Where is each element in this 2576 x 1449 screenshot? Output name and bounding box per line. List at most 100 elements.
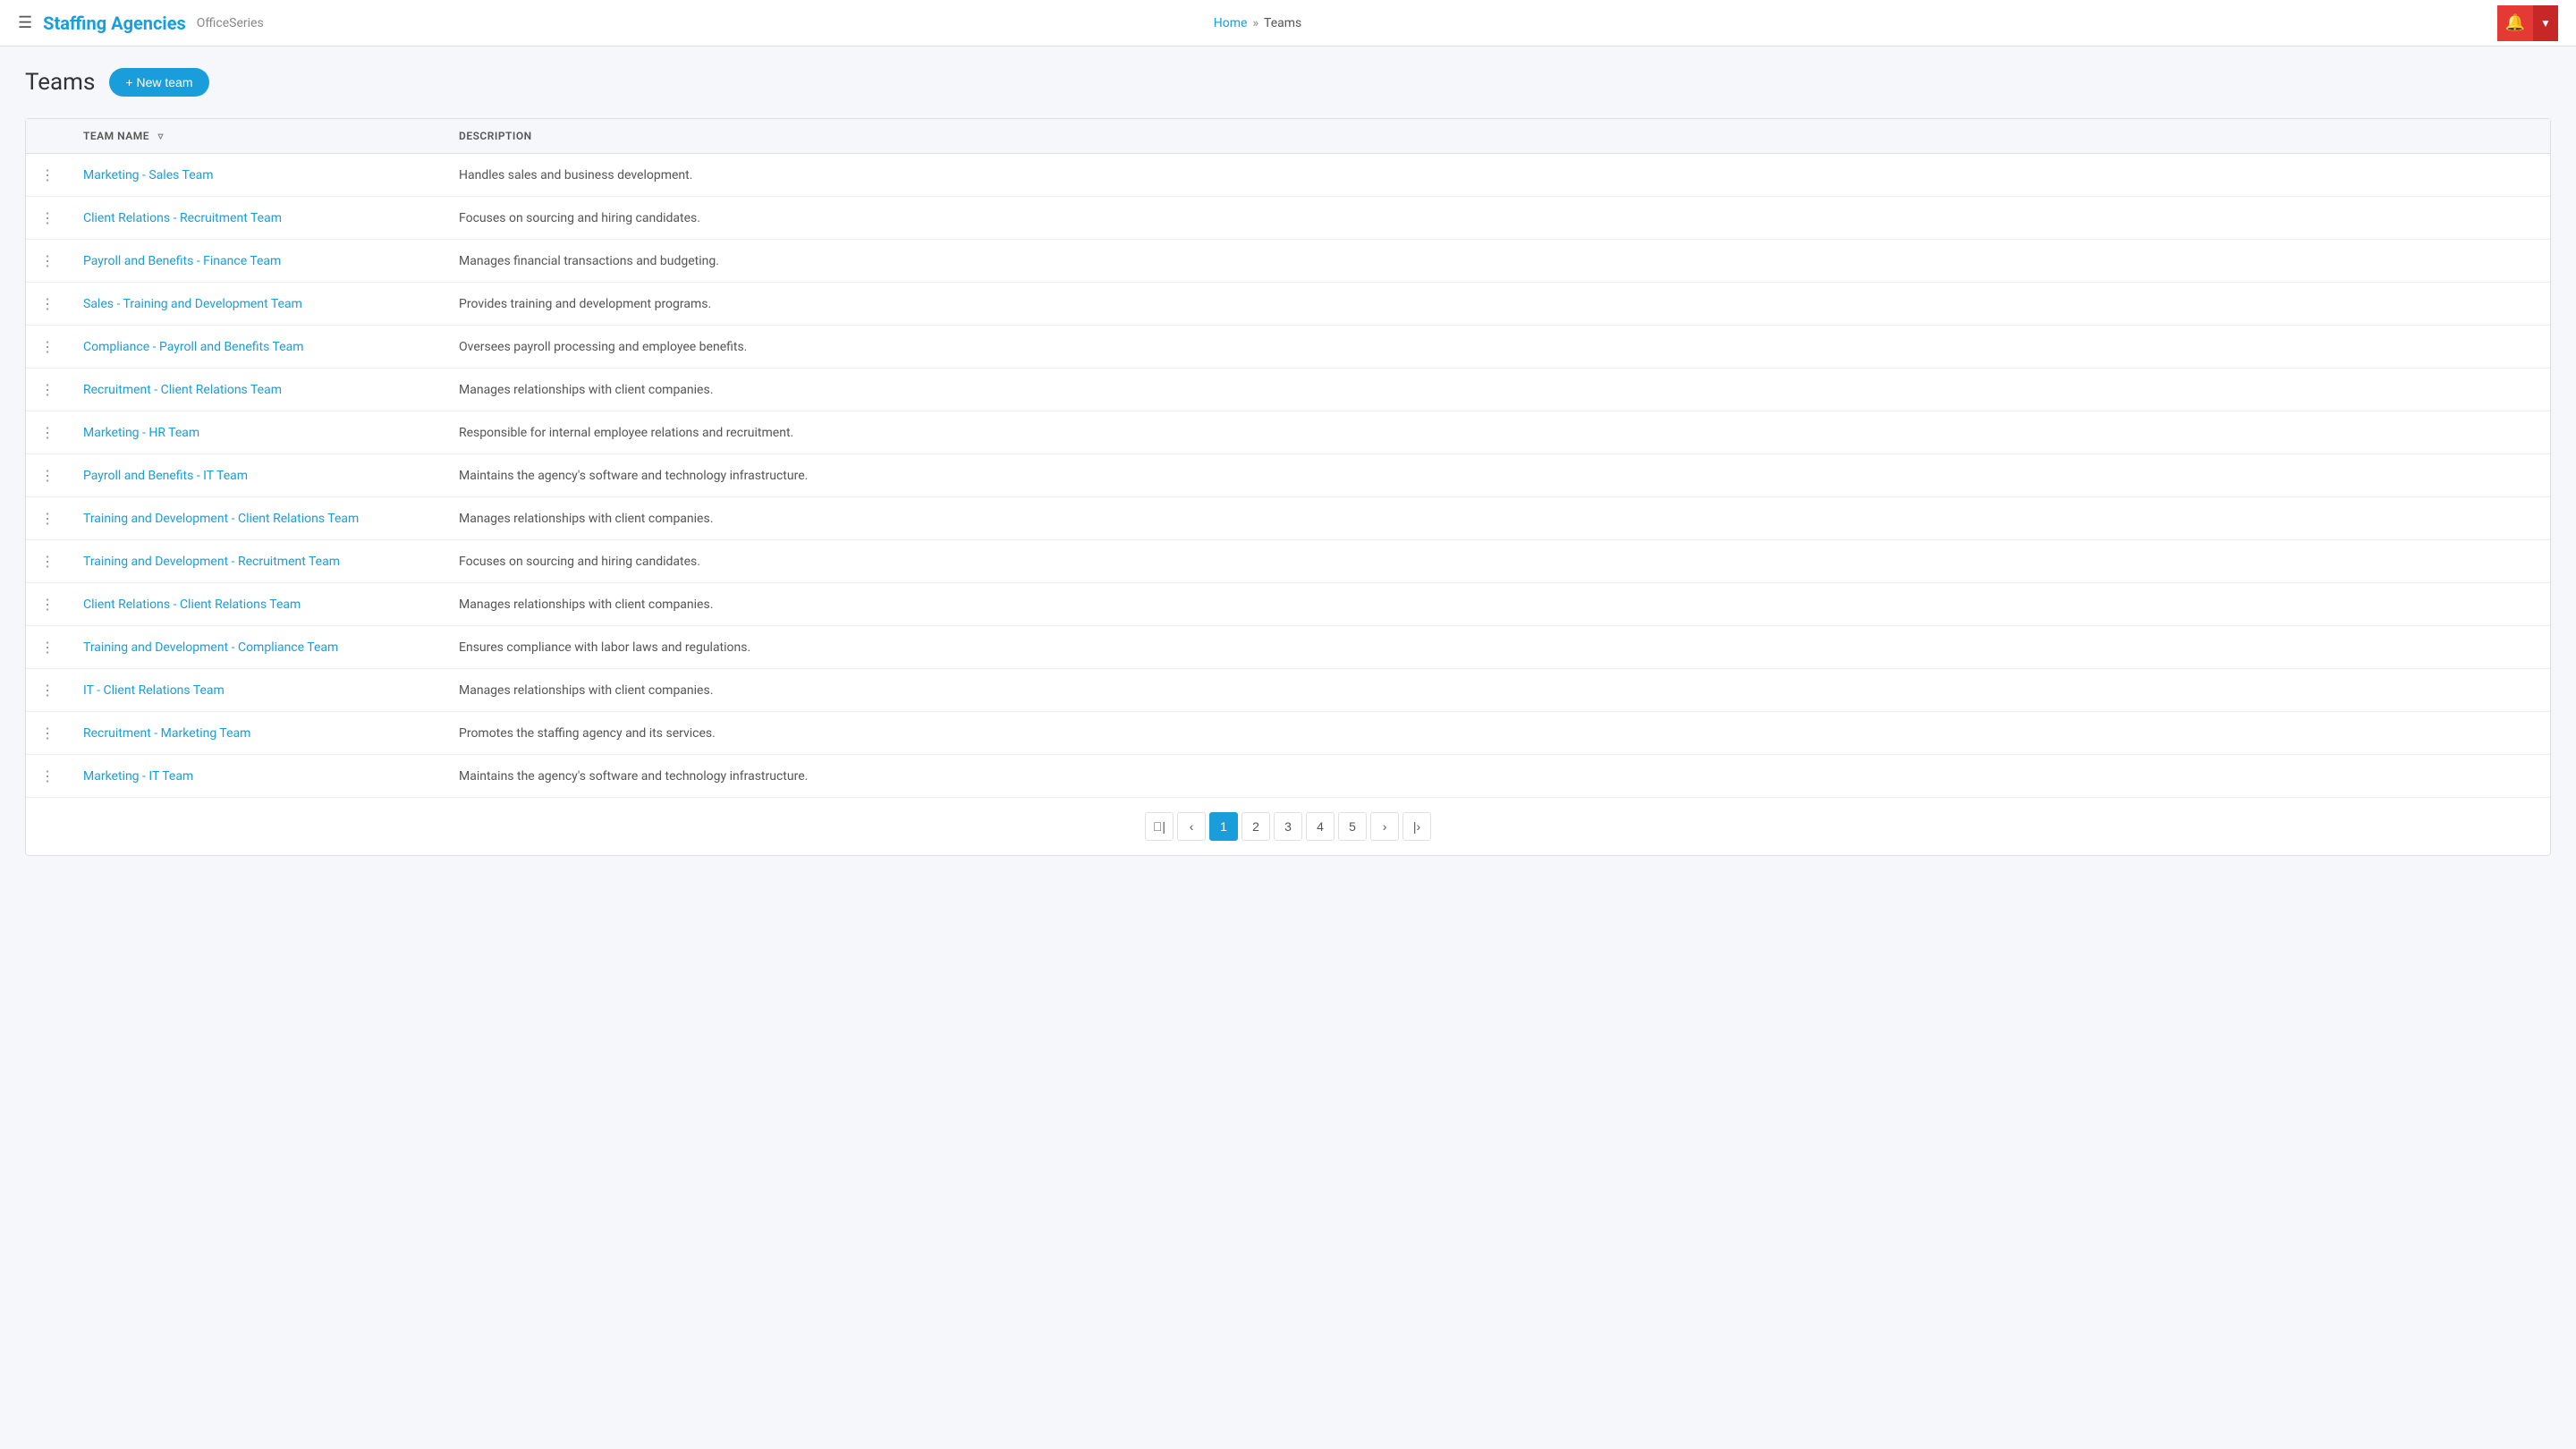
row-menu-cell: ⋮ — [26, 497, 69, 540]
team-description-text: Ensures compliance with labor laws and r… — [459, 640, 750, 655]
row-menu-icon[interactable]: ⋮ — [40, 467, 55, 484]
table-row: ⋮ Recruitment - Client Relations Team Mana… — [26, 369, 2550, 411]
table-row: ⋮ Training and Development - Recruitment … — [26, 540, 2550, 583]
table-row: ⋮ Training and Development - Client Relat… — [26, 497, 2550, 540]
home-link[interactable]: Home — [1214, 16, 1248, 30]
team-name-link[interactable]: Training and Development - Recruitment T… — [83, 555, 340, 569]
row-menu-icon[interactable]: ⋮ — [40, 295, 55, 312]
team-name-cell: Training and Development - Compliance Te… — [69, 626, 445, 669]
notification-button[interactable]: 🔔 — [2497, 5, 2533, 41]
teams-table-container: TEAM NAME ▿ DESCRIPTION ⋮ Marketing - Sal… — [25, 118, 2551, 856]
row-menu-icon[interactable]: ⋮ — [40, 252, 55, 269]
next-page-button[interactable]: › — [1370, 812, 1399, 841]
team-name-cell: Client Relations - Client Relations Team — [69, 583, 445, 626]
bell-icon: 🔔 — [2505, 13, 2525, 32]
col-desc-header: DESCRIPTION — [445, 119, 2550, 154]
team-name-link[interactable]: Payroll and Benefits - Finance Team — [83, 254, 281, 268]
page-2-button[interactable]: 2 — [1241, 812, 1270, 841]
team-name-link[interactable]: Client Relations - Recruitment Team — [83, 211, 282, 225]
team-name-link[interactable]: Client Relations - Client Relations Team — [83, 597, 301, 612]
team-name-cell: IT - Client Relations Team — [69, 669, 445, 712]
row-menu-icon[interactable]: ⋮ — [40, 424, 55, 441]
row-menu-cell: ⋮ — [26, 583, 69, 626]
team-description-cell: Maintains the agency's software and tech… — [445, 454, 2550, 497]
team-description-cell: Oversees payroll processing and employee… — [445, 326, 2550, 369]
team-name-cell: Sales - Training and Development Team — [69, 283, 445, 326]
table-row: ⋮ Payroll and Benefits - Finance Team Mana… — [26, 240, 2550, 283]
header-left: ☰ Staffing Agencies OfficeSeries — [18, 13, 1214, 34]
team-description-text: Provides training and development progra… — [459, 297, 711, 311]
page-4-button[interactable]: 4 — [1306, 812, 1335, 841]
team-name-link[interactable]: Recruitment - Marketing Team — [83, 726, 250, 741]
team-name-cell: Marketing - HR Team — [69, 411, 445, 454]
first-page-icon: | — [1153, 819, 1165, 834]
team-description-text: Focuses on sourcing and hiring candidate… — [459, 555, 700, 569]
last-page-icon: |› — [1413, 819, 1420, 834]
table-row: ⋮ Training and Development - Compliance T… — [26, 626, 2550, 669]
team-description-cell: Manages financial transactions and budge… — [445, 240, 2550, 283]
team-name-link[interactable]: Marketing - IT Team — [83, 769, 193, 784]
page-1-button[interactable]: 1 — [1209, 812, 1238, 841]
team-name-link[interactable]: Compliance - Payroll and Benefits Team — [83, 340, 304, 354]
table-row: ⋮ Recruitment - Marketing Team Promotes th… — [26, 712, 2550, 755]
row-menu-icon[interactable]: ⋮ — [40, 381, 55, 398]
team-description-cell: Manages relationships with client compan… — [445, 369, 2550, 411]
table-row: ⋮Marketing - IT TeamMaintains the agency… — [26, 755, 2550, 798]
team-description-text: Promotes the staffing agency and its ser… — [459, 726, 716, 741]
row-menu-icon[interactable]: ⋮ — [40, 338, 55, 355]
chevron-down-icon: ▼ — [2540, 17, 2551, 30]
team-name-link[interactable]: IT - Client Relations Team — [83, 683, 225, 698]
team-description-cell: Handles sales and business development. — [445, 154, 2550, 197]
row-menu-icon[interactable]: ⋮ — [40, 767, 55, 784]
row-menu-cell: ⋮ — [26, 283, 69, 326]
team-name-cell: Training and Development - Recruitment T… — [69, 540, 445, 583]
row-menu-icon[interactable]: ⋮ — [40, 209, 55, 226]
hamburger-icon[interactable]: ☰ — [18, 13, 32, 32]
row-menu-cell: ⋮ — [26, 240, 69, 283]
team-description-text: Maintains the agency's software and tech… — [459, 469, 808, 483]
row-menu-icon[interactable]: ⋮ — [40, 596, 55, 613]
team-name-link[interactable]: Recruitment - Client Relations Team — [83, 383, 282, 397]
team-description-text: Manages financial transactions and budge… — [459, 254, 719, 268]
row-menu-cell: ⋮ — [26, 712, 69, 755]
row-menu-cell: ⋮ — [26, 540, 69, 583]
team-name-link[interactable]: Sales - Training and Development Team — [83, 297, 302, 311]
row-menu-icon[interactable]: ⋮ — [40, 166, 55, 183]
team-name-link[interactable]: Payroll and Benefits - IT Team — [83, 469, 248, 483]
new-team-button[interactable]: + New team — [109, 68, 208, 97]
row-menu-icon[interactable]: ⋮ — [40, 553, 55, 570]
team-name-cell: Training and Development - Client Relati… — [69, 497, 445, 540]
app-title[interactable]: Staffing Agencies — [43, 13, 186, 34]
row-menu-cell: ⋮ — [26, 411, 69, 454]
team-description-cell: Ensures compliance with labor laws and r… — [445, 626, 2550, 669]
filter-icon[interactable]: ▿ — [158, 130, 165, 142]
team-description-text: Focuses on sourcing and hiring candidate… — [459, 211, 700, 225]
first-page-button[interactable]: | — [1145, 812, 1174, 841]
main-content: Teams + New team TEAM NAME ▿ DESCRIPTION… — [0, 47, 2576, 877]
prev-page-icon: ‹ — [1190, 819, 1194, 834]
prev-page-button[interactable]: ‹ — [1177, 812, 1206, 841]
header-dropdown-button[interactable]: ▼ — [2533, 5, 2558, 41]
row-menu-icon[interactable]: ⋮ — [40, 682, 55, 699]
team-name-cell: Recruitment - Client Relations Team — [69, 369, 445, 411]
team-name-cell: Marketing - Sales Team — [69, 154, 445, 197]
col-name-header: TEAM NAME ▿ — [69, 119, 445, 154]
row-menu-icon[interactable]: ⋮ — [40, 639, 55, 656]
app-header: ☰ Staffing Agencies OfficeSeries Home » … — [0, 0, 2576, 47]
team-description-text: Manages relationships with client compan… — [459, 512, 713, 526]
row-menu-icon[interactable]: ⋮ — [40, 724, 55, 741]
teams-table: TEAM NAME ▿ DESCRIPTION ⋮ Marketing - Sal… — [26, 119, 2550, 797]
last-page-button[interactable]: |› — [1402, 812, 1431, 841]
team-description-text: Handles sales and business development. — [459, 168, 692, 182]
team-name-link[interactable]: Marketing - HR Team — [83, 426, 199, 440]
team-name-link[interactable]: Training and Development - Client Relati… — [83, 512, 359, 526]
header-right: 🔔 ▼ — [2497, 5, 2558, 41]
page-3-button[interactable]: 3 — [1274, 812, 1302, 841]
page-5-button[interactable]: 5 — [1338, 812, 1367, 841]
team-name-link[interactable]: Training and Development - Compliance Te… — [83, 640, 338, 655]
team-name-link[interactable]: Marketing - Sales Team — [83, 168, 214, 182]
row-menu-cell: ⋮ — [26, 197, 69, 240]
team-description-cell: Manages relationships with client compan… — [445, 669, 2550, 712]
row-menu-icon[interactable]: ⋮ — [40, 510, 55, 527]
team-description-cell: Manages relationships with client compan… — [445, 583, 2550, 626]
